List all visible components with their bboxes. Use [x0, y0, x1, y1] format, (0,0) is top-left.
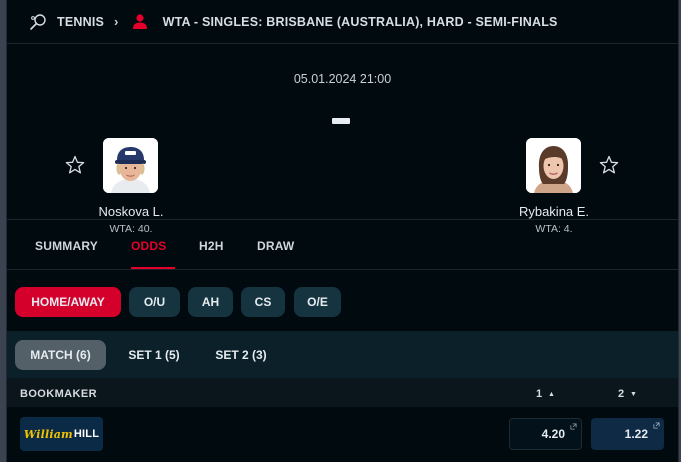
- away-odds-column-label: 2: [618, 388, 625, 400]
- away-player-avatar[interactable]: [526, 138, 581, 193]
- breadcrumb: TENNIS › WTA - SINGLES: BRISBANE (AUSTRA…: [7, 0, 678, 44]
- external-link-icon: [653, 422, 660, 429]
- tab-odds[interactable]: ODDS: [131, 239, 166, 253]
- chevron-right-icon: ›: [114, 14, 119, 29]
- breadcrumb-sport[interactable]: TENNIS: [57, 15, 104, 29]
- odd-home-value: 4.20: [541, 427, 565, 441]
- favorite-away-star-icon[interactable]: [599, 155, 619, 175]
- away-player-name[interactable]: Rybakina E.: [494, 204, 614, 219]
- odds-row: William HILL 4.20 1.22: [7, 407, 678, 462]
- home-odds-column-header[interactable]: 1 ▲: [536, 388, 555, 400]
- period-tabs: MATCH (6) SET 1 (5) SET 2 (3): [7, 331, 678, 378]
- tab-h2h[interactable]: H2H: [199, 239, 224, 253]
- period-tab-match[interactable]: MATCH (6): [15, 340, 106, 370]
- bookmaker-logo-script: William: [23, 427, 73, 441]
- home-player-name[interactable]: Noskova L.: [71, 204, 191, 219]
- tennis-racket-icon: [29, 13, 47, 31]
- world-person-icon: [131, 13, 149, 31]
- sort-up-icon: ▲: [548, 391, 556, 398]
- external-link-icon: [570, 423, 577, 430]
- odd-away-button[interactable]: 1.22: [591, 418, 664, 450]
- bookmaker-logo-bold: HILL: [73, 428, 100, 440]
- odd-home-button[interactable]: 4.20: [509, 418, 582, 450]
- market-tab-over-under[interactable]: O/U: [129, 287, 180, 317]
- breadcrumb-competition[interactable]: WTA - SINGLES: BRISBANE (AUSTRALIA), HAR…: [163, 15, 558, 29]
- match-detail-panel: TENNIS › WTA - SINGLES: BRISBANE (AUSTRA…: [6, 0, 679, 462]
- match-tabs: SUMMARY ODDS H2H DRAW: [7, 222, 678, 270]
- bookmaker-logo-william-hill[interactable]: William HILL: [20, 417, 103, 451]
- away-odds-column-header[interactable]: 2 ▼: [618, 388, 637, 400]
- sort-down-icon: ▼: [630, 391, 638, 398]
- score-separator: [332, 118, 350, 124]
- active-tab-indicator: [131, 267, 175, 269]
- odds-table-header: BOOKMAKER 1 ▲ 2 ▼: [7, 378, 678, 407]
- home-player-avatar[interactable]: [103, 138, 158, 193]
- home-odds-column-label: 1: [536, 388, 543, 400]
- match-datetime: 05.01.2024 21:00: [293, 72, 392, 86]
- market-tab-asian-handicap[interactable]: AH: [188, 287, 233, 317]
- bookmaker-column-header: BOOKMAKER: [20, 388, 97, 400]
- market-tab-correct-score[interactable]: CS: [241, 287, 285, 317]
- period-tab-set-2[interactable]: SET 2 (3): [202, 340, 280, 370]
- odd-away-value: 1.22: [624, 427, 648, 441]
- market-tab-home-away[interactable]: HOME/AWAY: [15, 287, 121, 317]
- period-tab-set-1[interactable]: SET 1 (5): [115, 340, 193, 370]
- tab-summary[interactable]: SUMMARY: [35, 239, 98, 253]
- match-header: 05.01.2024 21:00 Noskova L. WTA: 40. Ryb…: [7, 44, 678, 235]
- market-tab-odd-even[interactable]: O/E: [294, 287, 341, 317]
- favorite-home-star-icon[interactable]: [65, 155, 85, 175]
- tab-draw[interactable]: DRAW: [257, 239, 294, 253]
